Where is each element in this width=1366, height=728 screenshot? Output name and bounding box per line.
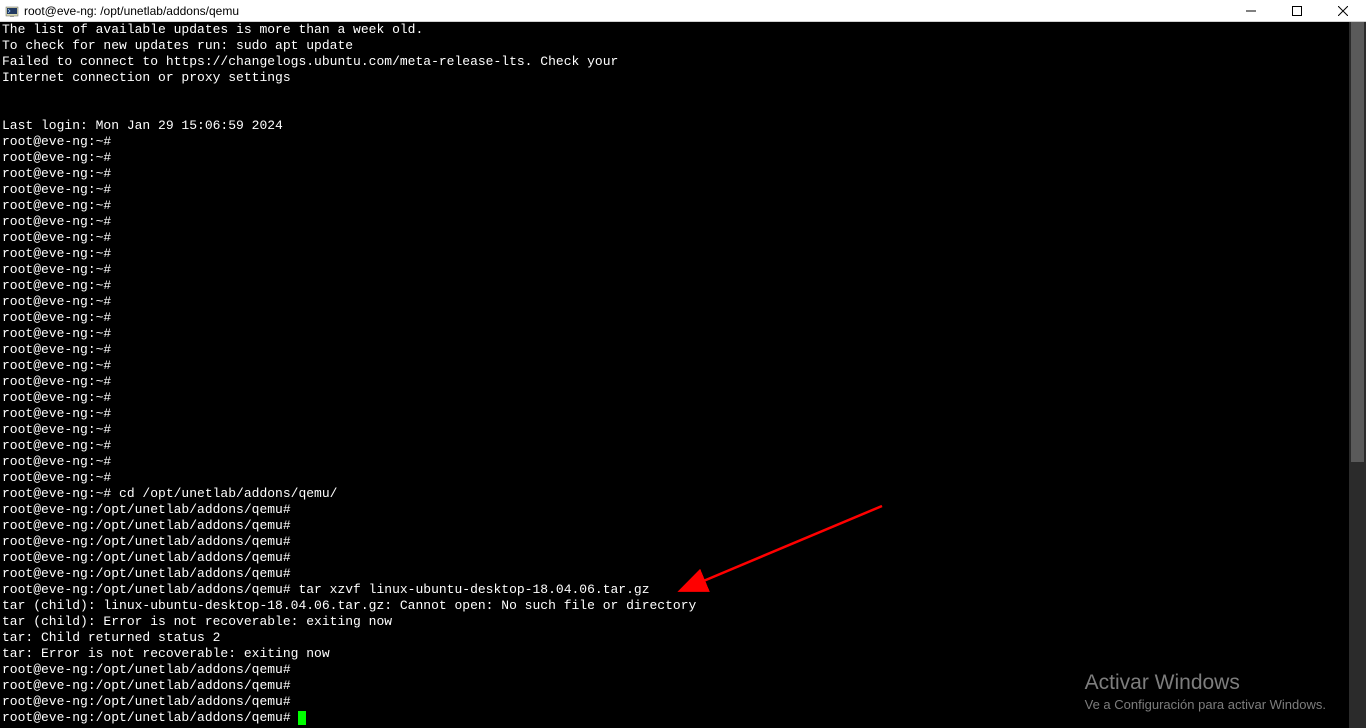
- cursor: [298, 711, 306, 725]
- titlebar[interactable]: root@eve-ng: /opt/unetlab/addons/qemu: [0, 0, 1366, 22]
- scrollbar[interactable]: [1349, 22, 1366, 728]
- putty-icon: [4, 3, 20, 19]
- minimize-button[interactable]: [1228, 0, 1274, 21]
- maximize-button[interactable]: [1274, 0, 1320, 21]
- window-controls: [1228, 0, 1366, 21]
- putty-window: root@eve-ng: /opt/unetlab/addons/qemu Th…: [0, 0, 1366, 728]
- terminal[interactable]: The list of available updates is more th…: [0, 22, 1366, 728]
- scrollbar-thumb[interactable]: [1351, 22, 1364, 462]
- close-button[interactable]: [1320, 0, 1366, 21]
- terminal-content[interactable]: The list of available updates is more th…: [0, 22, 1366, 726]
- window-title: root@eve-ng: /opt/unetlab/addons/qemu: [24, 4, 1228, 18]
